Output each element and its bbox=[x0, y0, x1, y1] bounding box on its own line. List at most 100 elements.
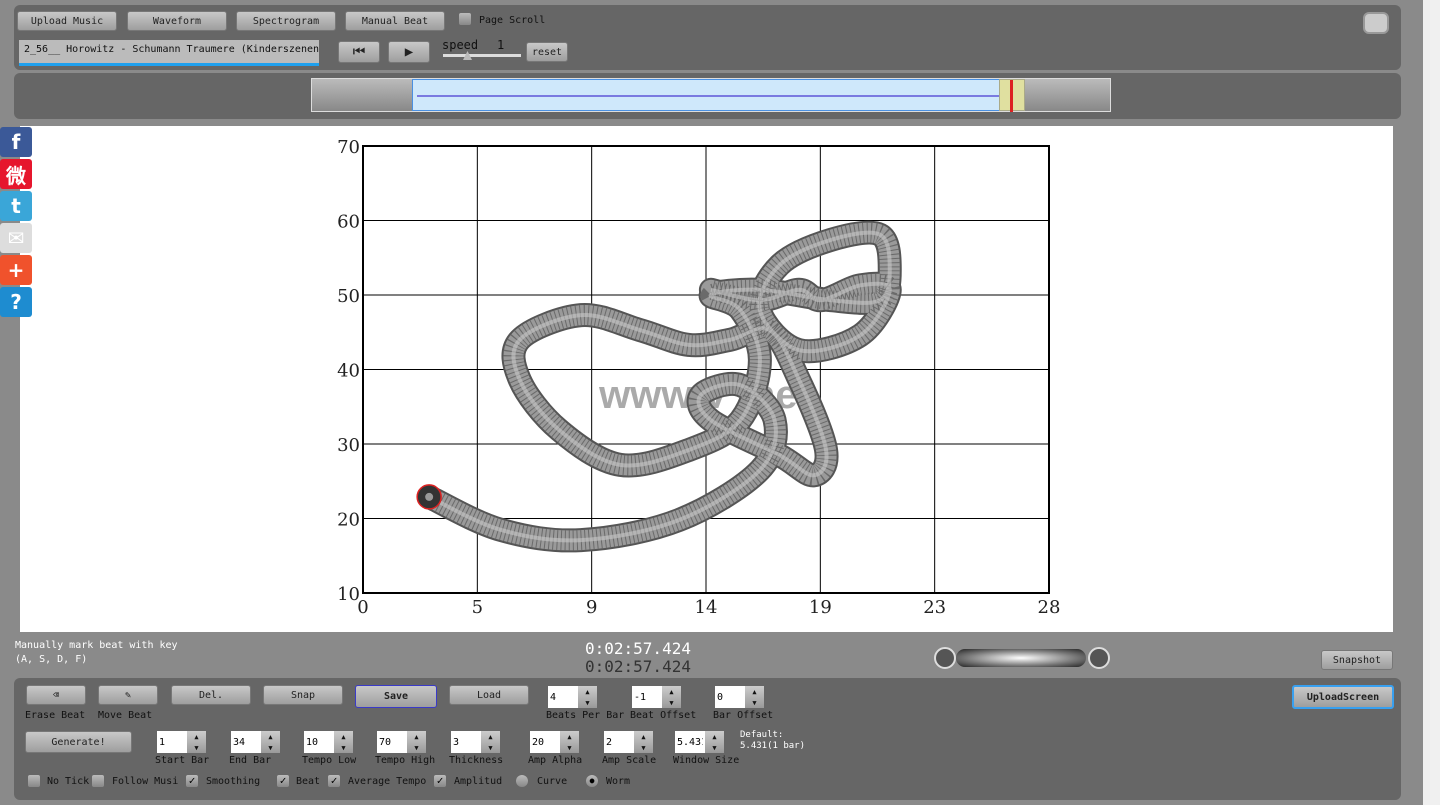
waveform-overview[interactable] bbox=[311, 78, 1111, 112]
smoothing-checkbox[interactable]: ✓ bbox=[186, 775, 198, 787]
arrow-down-icon[interactable]: ▼ bbox=[567, 744, 571, 752]
facebook-icon: f bbox=[11, 130, 21, 154]
arrow-up-icon[interactable]: ▲ bbox=[585, 688, 589, 696]
hint-line-2: (A, S, D, F) bbox=[15, 654, 88, 665]
amp-alpha-label: Amp Alpha bbox=[528, 755, 583, 766]
mail-share-button[interactable]: ✉ bbox=[0, 223, 32, 253]
tempo-high-label: Tempo High bbox=[375, 755, 436, 766]
upload-music-button[interactable]: Upload Music bbox=[17, 11, 117, 31]
arrow-up-icon[interactable]: ▲ bbox=[752, 688, 756, 696]
manual-beat-button[interactable]: Manual Beat bbox=[345, 11, 445, 31]
page-scroll-checkbox[interactable] bbox=[459, 13, 471, 25]
amp-alpha-input[interactable] bbox=[530, 731, 560, 753]
arrow-up-icon[interactable]: ▲ bbox=[414, 733, 418, 741]
window-size-spinner[interactable]: ▲▼ bbox=[675, 731, 724, 753]
thickness-label: Thickness bbox=[449, 755, 504, 766]
beat-checkbox[interactable]: ✓ bbox=[277, 775, 289, 787]
worm-label: Worm bbox=[606, 776, 631, 787]
window-size-input[interactable] bbox=[675, 731, 705, 753]
speed-slider[interactable] bbox=[443, 51, 521, 60]
arrow-up-icon[interactable]: ▲ bbox=[669, 688, 673, 696]
song-select[interactable]: 2_56__ Horowitz - Schumann Traumere (Kin… bbox=[19, 40, 319, 66]
amplitude-checkbox[interactable]: ✓ bbox=[434, 775, 446, 787]
arrow-down-icon[interactable]: ▼ bbox=[268, 744, 272, 752]
settings-icon[interactable] bbox=[1363, 12, 1389, 34]
beats-per-bar-input[interactable] bbox=[548, 686, 578, 708]
arrow-down-icon[interactable]: ▼ bbox=[712, 744, 716, 752]
rewind-button[interactable]: ⏮ bbox=[338, 41, 380, 63]
beats-per-bar-spinner[interactable]: ▲▼ bbox=[548, 686, 597, 708]
current-time: 0:02:57.424 bbox=[585, 639, 691, 658]
beat-offset-label: Beat Offset bbox=[630, 710, 697, 721]
end-bar-spinner[interactable]: ▲▼ bbox=[231, 731, 280, 753]
arrow-down-icon[interactable]: ▼ bbox=[341, 744, 345, 752]
worm-radio[interactable]: ● bbox=[586, 775, 598, 787]
arrow-down-icon[interactable]: ▼ bbox=[585, 699, 589, 707]
arrow-up-icon[interactable]: ▲ bbox=[641, 733, 645, 741]
twitter-share-button[interactable]: t bbox=[0, 191, 32, 221]
amp-scale-spinner[interactable]: ▲▼ bbox=[604, 731, 653, 753]
start-bar-input[interactable] bbox=[157, 731, 187, 753]
tempo-high-input[interactable] bbox=[377, 731, 407, 753]
spectrogram-button[interactable]: Spectrogram bbox=[236, 11, 336, 31]
beat-offset-spinner[interactable]: ▲▼ bbox=[632, 686, 681, 708]
bar-offset-input[interactable] bbox=[715, 686, 745, 708]
end-bar-input[interactable] bbox=[231, 731, 261, 753]
generate-button[interactable]: Generate! bbox=[25, 731, 132, 753]
no-tick-checkbox[interactable] bbox=[28, 775, 40, 787]
arrow-up-icon[interactable]: ▲ bbox=[194, 733, 198, 741]
volume-slider[interactable] bbox=[934, 647, 1110, 669]
tempo-high-spinner[interactable]: ▲▼ bbox=[377, 731, 426, 753]
default-line-1: Default: bbox=[740, 730, 784, 740]
thickness-spinner[interactable]: ▲▼ bbox=[451, 731, 500, 753]
curve-radio[interactable] bbox=[516, 775, 528, 787]
beat-offset-input[interactable] bbox=[632, 686, 662, 708]
arrow-up-icon[interactable]: ▲ bbox=[488, 733, 492, 741]
erase-beat-button[interactable]: ⌫ bbox=[26, 685, 86, 705]
move-beat-button[interactable]: ✎ bbox=[98, 685, 158, 705]
curve-label: Curve bbox=[537, 776, 568, 787]
arrow-down-icon[interactable]: ▼ bbox=[752, 699, 756, 707]
add-share-button[interactable]: + bbox=[0, 255, 32, 285]
playhead-marker[interactable] bbox=[999, 79, 1025, 112]
bar-offset-spinner[interactable]: ▲▼ bbox=[715, 686, 764, 708]
move-beat-label: Move Beat bbox=[98, 710, 153, 721]
snap-button[interactable]: Snap bbox=[263, 685, 343, 705]
help-icon: ? bbox=[10, 290, 22, 314]
facebook-share-button[interactable]: f bbox=[0, 127, 32, 157]
arrow-up-icon[interactable]: ▲ bbox=[341, 733, 345, 741]
delete-button[interactable]: Del. bbox=[171, 685, 251, 705]
thickness-input[interactable] bbox=[451, 731, 481, 753]
total-time: 0:02:57.424 bbox=[585, 657, 691, 676]
arrow-down-icon[interactable]: ▼ bbox=[488, 744, 492, 752]
tempo-low-spinner[interactable]: ▲▼ bbox=[304, 731, 353, 753]
arrow-down-icon[interactable]: ▼ bbox=[669, 699, 673, 707]
snapshot-button[interactable]: Snapshot bbox=[1321, 650, 1393, 670]
start-bar-spinner[interactable]: ▲▼ bbox=[157, 731, 206, 753]
tempo-low-input[interactable] bbox=[304, 731, 334, 753]
arrow-down-icon[interactable]: ▼ bbox=[641, 744, 645, 752]
arrow-up-icon[interactable]: ▲ bbox=[567, 733, 571, 741]
save-button[interactable]: Save bbox=[355, 685, 437, 708]
waveform-selection[interactable] bbox=[412, 79, 1012, 111]
waveform-icon bbox=[934, 647, 956, 669]
reset-button[interactable]: reset bbox=[526, 42, 568, 62]
average-tempo-checkbox[interactable]: ✓ bbox=[328, 775, 340, 787]
upload-screen-button[interactable]: UploadScreen bbox=[1292, 685, 1394, 709]
help-share-button[interactable]: ? bbox=[0, 287, 32, 317]
page-scrollbar[interactable] bbox=[1423, 0, 1440, 805]
amp-alpha-spinner[interactable]: ▲▼ bbox=[530, 731, 579, 753]
smoothing-label: Smoothing bbox=[206, 776, 261, 787]
arrow-up-icon[interactable]: ▲ bbox=[268, 733, 272, 741]
play-button[interactable]: ▶ bbox=[388, 41, 430, 63]
follow-music-checkbox[interactable] bbox=[92, 775, 104, 787]
weibo-share-button[interactable]: 微 bbox=[0, 159, 32, 189]
beats-per-bar-label: Beats Per Bar bbox=[546, 710, 625, 721]
waveform-button[interactable]: Waveform bbox=[127, 11, 227, 31]
load-button[interactable]: Load bbox=[449, 685, 529, 705]
arrow-down-icon[interactable]: ▼ bbox=[194, 744, 198, 752]
arrow-down-icon[interactable]: ▼ bbox=[414, 744, 418, 752]
arrow-up-icon[interactable]: ▲ bbox=[712, 733, 716, 741]
amp-scale-input[interactable] bbox=[604, 731, 634, 753]
move-icon: ✎ bbox=[124, 689, 132, 701]
